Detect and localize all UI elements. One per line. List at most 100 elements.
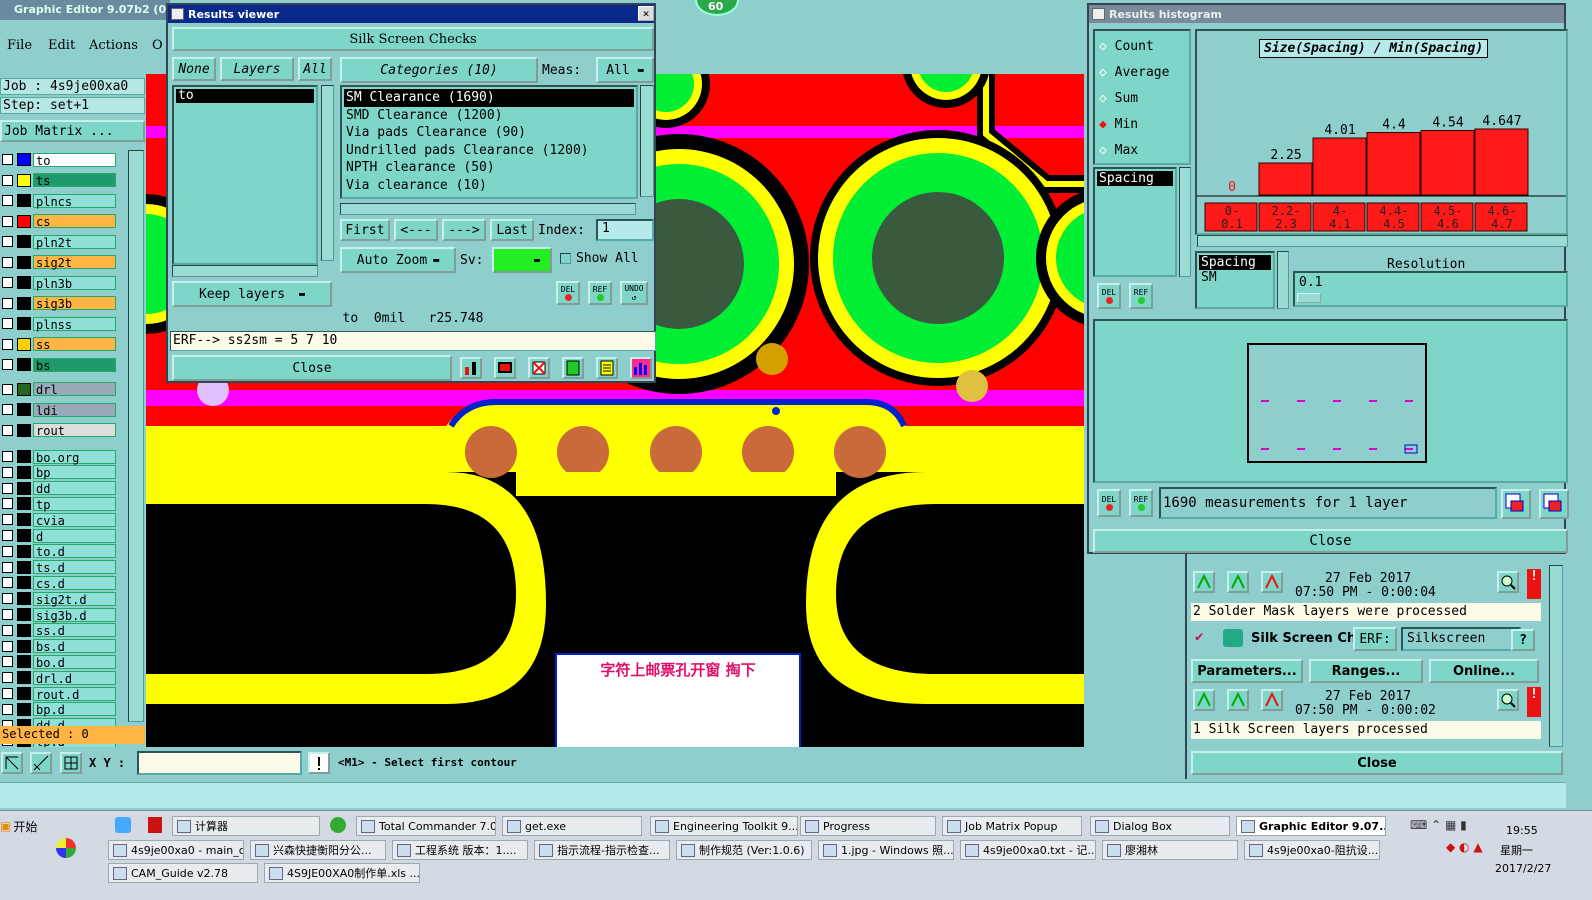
layer-name[interactable]: bs.d <box>33 639 116 654</box>
layer-color-swatch[interactable] <box>17 296 31 310</box>
none-button[interactable]: None <box>172 57 216 81</box>
layer-row[interactable]: sig3b <box>0 296 116 311</box>
show-all-checkbox[interactable] <box>560 253 571 264</box>
layer-checkbox[interactable] <box>2 215 13 227</box>
layer-color-swatch[interactable] <box>17 497 31 511</box>
layer-name[interactable]: ts.d <box>33 560 116 575</box>
layer-name[interactable]: rout <box>33 423 116 438</box>
layer-name[interactable]: bp <box>33 465 116 480</box>
layer-color-swatch[interactable] <box>17 358 31 371</box>
layer-row[interactable]: dd <box>0 481 116 496</box>
layer-name[interactable]: dd <box>33 481 116 496</box>
checklist-close-button[interactable]: Close <box>1191 751 1563 775</box>
layer-checkbox[interactable] <box>2 688 13 699</box>
layer-row[interactable]: ss.d <box>0 623 116 638</box>
layer-checkbox[interactable] <box>2 174 13 186</box>
histogram-list-scroll[interactable] <box>1179 167 1191 277</box>
silk-checkbox[interactable]: ✔ <box>1195 630 1208 644</box>
taskbar-item[interactable]: 4s9je00xa0.txt - 记... <box>960 840 1096 860</box>
layer-row[interactable]: pln2t <box>0 234 116 250</box>
menu-actions[interactable]: Actions <box>89 38 138 53</box>
layer-checkbox[interactable] <box>2 703 13 715</box>
layer-scrollbar[interactable] <box>128 150 144 722</box>
layer-checkbox[interactable] <box>2 656 13 668</box>
layer-row[interactable]: d <box>0 528 116 544</box>
layer-row[interactable]: ss <box>0 337 116 352</box>
histogram-listbox[interactable]: Spacing <box>1093 167 1177 277</box>
layer-checkbox[interactable] <box>2 561 13 573</box>
layer-checkbox[interactable] <box>2 277 13 288</box>
layer-color-swatch[interactable] <box>17 423 31 437</box>
layer-name[interactable]: pln2t <box>33 234 116 250</box>
notes-icon[interactable] <box>596 357 618 379</box>
xy-input[interactable] <box>137 751 302 775</box>
run-icon[interactable] <box>1227 689 1249 711</box>
option-average[interactable]: ◇ Average <box>1099 65 1169 80</box>
check-item[interactable]: SM Clearance (1690) <box>344 89 634 107</box>
layer-checkbox[interactable] <box>2 359 13 370</box>
check-item[interactable]: Undrilled pads Clearance (1200) <box>344 142 634 160</box>
layer-row[interactable]: bp.d <box>0 702 116 717</box>
taskbar-item[interactable]: Dialog Box <box>1090 816 1230 836</box>
layer-row[interactable]: ts <box>0 173 116 188</box>
layer-name[interactable]: plncs <box>33 193 116 209</box>
layer-color-swatch[interactable] <box>17 671 31 685</box>
export-icon[interactable] <box>1501 489 1531 519</box>
first-button[interactable]: First <box>340 219 390 241</box>
layer-name[interactable]: bp.d <box>33 702 116 717</box>
layer-color-swatch[interactable] <box>17 544 31 558</box>
run-icon[interactable] <box>1193 689 1215 711</box>
layer-color-swatch[interactable] <box>17 235 31 248</box>
menu-file[interactable]: File <box>7 38 32 53</box>
close-x-button[interactable]: ✕ <box>638 6 654 21</box>
taskbar-item[interactable]: 计算器 <box>172 816 320 836</box>
option-min[interactable]: ◆ Min <box>1099 117 1138 132</box>
del-button[interactable]: DEL <box>556 281 580 305</box>
ie-icon[interactable] <box>330 817 346 833</box>
layer-color-swatch[interactable] <box>17 481 31 495</box>
alert-icon[interactable] <box>308 752 330 774</box>
taskbar-item[interactable]: 4S9JE00XA0制作单.xls ... <box>264 863 420 883</box>
chart-hscroll[interactable] <box>1197 235 1568 247</box>
layer-name[interactable]: tp <box>33 496 116 512</box>
layer-checkbox[interactable] <box>2 451 13 462</box>
layer-row[interactable]: to <box>0 152 116 168</box>
layer-name[interactable]: pln3b <box>33 275 116 291</box>
delete-report-icon[interactable] <box>528 357 550 379</box>
taskbar-item[interactable]: 指示流程-指示检查... <box>534 840 670 860</box>
layer-name[interactable]: drl <box>33 382 116 397</box>
layer-row[interactable]: rout <box>0 423 116 438</box>
taskbar-item[interactable]: Graphic Editor 9.07... <box>1236 816 1386 836</box>
taskbar-item[interactable]: 廖湘林 <box>1102 840 1238 860</box>
tool-icon-1[interactable] <box>1 752 23 774</box>
layer-color-swatch[interactable] <box>17 608 31 621</box>
layer-color-swatch[interactable] <box>17 592 31 606</box>
check-item[interactable]: SMD Clearance (1200) <box>344 107 634 125</box>
checks-listbox[interactable]: SM Clearance (1690) SMD Clearance (1200)… <box>340 85 638 199</box>
layer-color-swatch[interactable] <box>17 337 31 351</box>
layer-name[interactable]: bo.org <box>33 449 116 465</box>
layer-checkbox[interactable] <box>2 195 13 206</box>
layer-color-swatch[interactable] <box>17 687 31 700</box>
layer-row[interactable]: rout.d <box>0 686 116 702</box>
layer-color-swatch[interactable] <box>17 317 31 330</box>
layer-checkbox[interactable] <box>2 514 13 526</box>
checks-hscroll[interactable] <box>340 203 636 215</box>
layer-list-hscroll[interactable] <box>172 265 318 277</box>
layer-row[interactable]: bo.org <box>0 449 116 465</box>
quicklaunch-icon[interactable] <box>56 838 76 858</box>
run-icon[interactable] <box>1227 571 1249 593</box>
layer-checkbox[interactable] <box>2 672 13 684</box>
layers-button[interactable]: Layers <box>220 57 294 81</box>
close-button[interactable]: Close <box>172 355 452 381</box>
check-item[interactable]: Via pads Clearance (90) <box>344 124 634 142</box>
check-item[interactable]: NPTH clearance (50) <box>344 159 634 177</box>
prev-button[interactable]: <--- <box>394 219 438 241</box>
layer-listbox[interactable]: to <box>172 85 318 265</box>
categories-button[interactable]: Categories (10) <box>340 57 538 83</box>
pdf-icon[interactable] <box>148 817 162 833</box>
layer-row[interactable]: drl <box>0 382 116 397</box>
info-scroll[interactable] <box>1277 251 1289 309</box>
histogram-list-item[interactable]: Spacing <box>1097 171 1173 186</box>
check-item[interactable]: Via clearance (10) <box>344 177 634 195</box>
